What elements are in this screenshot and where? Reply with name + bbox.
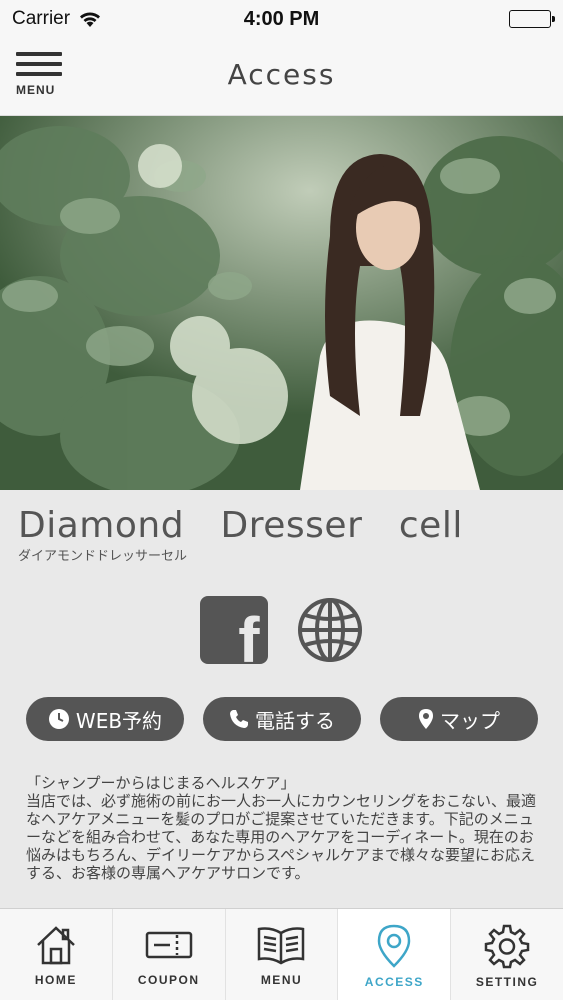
coupon-icon — [145, 931, 192, 959]
tab-setting[interactable]: SETTING — [451, 909, 563, 1000]
hamburger-icon — [16, 52, 62, 56]
tab-access[interactable]: ACCESS — [338, 909, 452, 1000]
call-label: 電話する — [255, 708, 335, 733]
tab-menu[interactable]: MENU — [226, 909, 339, 1000]
nav-bar: MENU Access — [0, 38, 563, 116]
gear-icon — [484, 924, 530, 969]
battery-icon — [509, 10, 555, 28]
tab-home[interactable]: HOME — [0, 909, 113, 1000]
tab-menu-label: MENU — [260, 973, 303, 987]
tab-access-label: ACCESS — [364, 975, 424, 989]
map-pin-icon — [419, 709, 433, 729]
hero-photo — [0, 116, 563, 490]
tab-coupon[interactable]: COUPON — [113, 909, 226, 1000]
map-label: マップ — [440, 708, 500, 733]
hero-illustration — [0, 116, 563, 490]
tab-coupon-label: COUPON — [137, 973, 200, 987]
menu-book-icon — [258, 927, 305, 965]
website-globe-icon[interactable] — [296, 596, 364, 664]
social-links: f — [0, 596, 563, 664]
page-title: Access — [227, 58, 336, 91]
shop-name-kana: ダイアモンドドレッサーセル — [18, 549, 188, 564]
home-icon — [37, 926, 75, 965]
facebook-icon[interactable]: f — [199, 596, 268, 664]
wifi-icon — [78, 10, 102, 28]
tab-home-label: HOME — [34, 973, 77, 987]
carrier-label: Carrier — [12, 8, 71, 29]
web-reserve-button[interactable]: WEB予約 — [26, 697, 184, 741]
shop-description: 「シャンプーからはじまるヘルスケア」 当店では、必ず施術の前にお一人お一人にカウ… — [26, 774, 537, 882]
clock-icon — [48, 709, 69, 729]
phone-icon — [230, 710, 248, 728]
call-button[interactable]: 電話する — [203, 697, 361, 741]
shop-name: Diamond Dresser cell — [18, 505, 463, 546]
status-bar: Carrier 4:00 PM — [0, 0, 563, 38]
tab-setting-label: SETTING — [475, 975, 539, 989]
action-buttons: WEB予約 電話する マップ — [26, 697, 538, 741]
web-reserve-label: WEB予約 — [75, 708, 163, 733]
location-pin-icon — [378, 924, 411, 968]
tab-bar: HOME COUPON MENU ACCESS SETTING — [0, 908, 563, 1000]
map-button[interactable]: マップ — [380, 697, 538, 741]
